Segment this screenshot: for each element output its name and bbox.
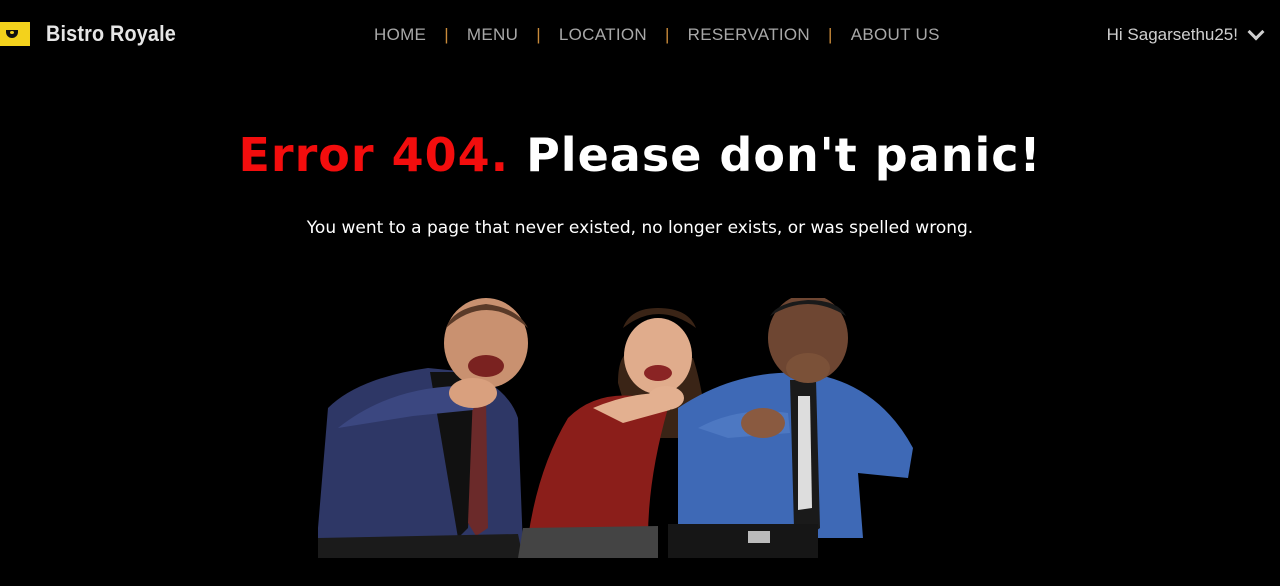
nav-separator: | xyxy=(828,25,833,44)
navbar: Bistro Royale HOME | MENU | LOCATION | R… xyxy=(0,0,1280,70)
error-headline: Error 404. Please don't panic! xyxy=(0,128,1280,182)
bistro-logo-icon xyxy=(0,22,30,46)
nav-location[interactable]: LOCATION xyxy=(547,25,659,45)
main-nav: HOME | MENU | LOCATION | RESERVATION | A… xyxy=(362,25,952,45)
nav-separator: | xyxy=(664,25,670,44)
person-right xyxy=(668,298,913,558)
nav-menu[interactable]: MENU xyxy=(455,25,530,45)
error-title: Please don't panic! xyxy=(526,128,1042,182)
error-code: Error 404. xyxy=(238,128,510,182)
nav-about-us[interactable]: ABOUT US xyxy=(839,25,952,45)
nav-home[interactable]: HOME xyxy=(362,25,438,45)
brand[interactable]: Bistro Royale xyxy=(0,18,190,50)
user-greeting: Hi Sagarsethu25! xyxy=(1106,25,1238,44)
nav-separator: | xyxy=(536,25,541,44)
chevron-down-icon[interactable] xyxy=(1247,23,1265,41)
brand-name: Bistro Royale xyxy=(46,21,176,46)
nav-reservation[interactable]: RESERVATION xyxy=(676,25,822,45)
nav-separator: | xyxy=(444,25,449,44)
user-menu[interactable]: Hi Sagarsethu25! xyxy=(1106,23,1265,45)
laughing-people-image xyxy=(318,298,913,558)
person-left xyxy=(318,298,528,558)
error-message: You went to a page that never existed, n… xyxy=(306,218,974,238)
